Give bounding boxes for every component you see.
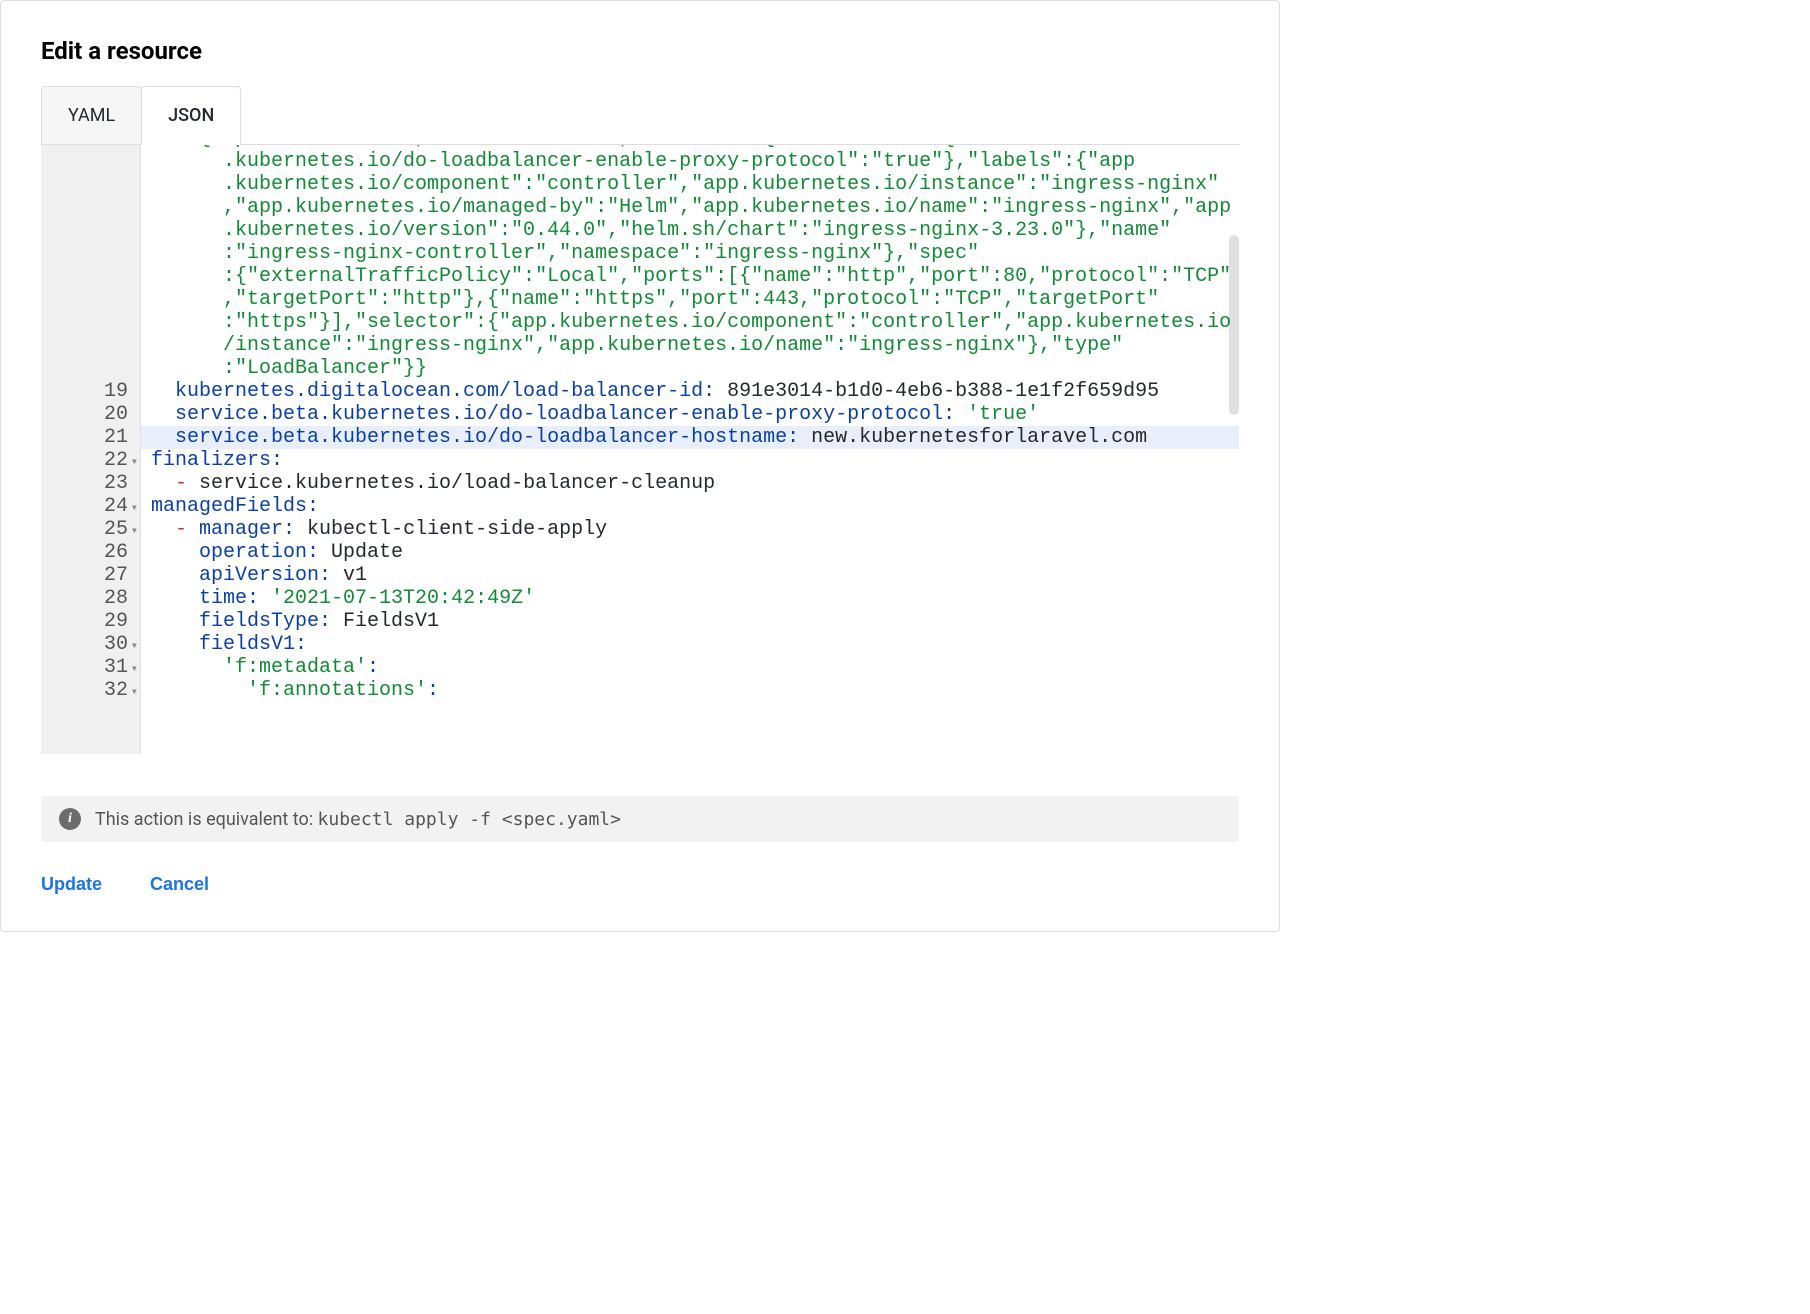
code-line[interactable]: :{"externalTrafficPolicy":"Local","ports…: [151, 265, 1239, 288]
code-line[interactable]: :"LoadBalancer"}}: [151, 357, 1239, 380]
code-line[interactable]: .kubernetes.io/version":"0.44.0","helm.s…: [151, 219, 1239, 242]
fold-toggle-icon[interactable]: ▾: [131, 451, 138, 474]
line-number: 19: [57, 380, 128, 403]
line-number: [57, 334, 128, 357]
line-number: 25▾: [57, 518, 128, 541]
fold-toggle-icon[interactable]: ▾: [131, 497, 138, 520]
line-number: 29: [57, 610, 128, 633]
info-banner: i This action is equivalent to: kubectl …: [41, 796, 1239, 842]
line-number: 24▾: [57, 495, 128, 518]
info-icon: i: [59, 808, 81, 830]
code-line[interactable]: operation: Update: [151, 541, 1239, 564]
dialog-actions: Update Cancel: [1, 842, 1279, 931]
line-number: 28: [57, 587, 128, 610]
line-number: 20: [57, 403, 128, 426]
code-line[interactable]: - manager: kubectl-client-side-apply: [151, 518, 1239, 541]
line-number: [57, 150, 128, 173]
fold-toggle-icon[interactable]: ▾: [131, 520, 138, 543]
line-number: [57, 196, 128, 219]
code-line[interactable]: - service.kubernetes.io/load-balancer-cl…: [151, 472, 1239, 495]
code-line[interactable]: service.beta.kubernetes.io/do-loadbalanc…: [151, 403, 1239, 426]
line-number: [57, 265, 128, 288]
code-editor[interactable]: 1819202122▾2324▾25▾2627282930▾31▾32▾ {"a…: [41, 144, 1239, 772]
line-number: [57, 242, 128, 265]
code-line[interactable]: 'f:metadata':: [151, 656, 1239, 679]
line-number: 21: [57, 426, 128, 449]
code-line[interactable]: fieldsV1:: [151, 633, 1239, 656]
code-line[interactable]: .kubernetes.io/component":"controller","…: [151, 173, 1239, 196]
edit-resource-dialog: Edit a resource YAML JSON 1819202122▾232…: [0, 0, 1280, 932]
code-line[interactable]: ,"app.kubernetes.io/managed-by":"Helm","…: [151, 196, 1239, 219]
code-line[interactable]: 'f:annotations':: [151, 679, 1239, 702]
code-line[interactable]: managedFields:: [151, 495, 1239, 518]
code-line[interactable]: :"ingress-nginx-controller","namespace":…: [151, 242, 1239, 265]
code-line[interactable]: ,"targetPort":"http"},{"name":"https","p…: [151, 288, 1239, 311]
code-line[interactable]: finalizers:: [151, 449, 1239, 472]
fold-toggle-icon[interactable]: ▾: [131, 681, 138, 704]
code-line[interactable]: .kubernetes.io/do-loadbalancer-enable-pr…: [151, 150, 1239, 173]
dialog-title: Edit a resource: [1, 1, 1279, 85]
code-line[interactable]: service.beta.kubernetes.io/do-loadbalanc…: [141, 426, 1239, 449]
code-line[interactable]: fieldsType: FieldsV1: [151, 610, 1239, 633]
tab-json[interactable]: JSON: [141, 86, 241, 145]
code-line[interactable]: :"https"}],"selector":{"app.kubernetes.i…: [151, 311, 1239, 334]
line-number: [57, 219, 128, 242]
info-text: This action is equivalent to: kubectl ap…: [95, 809, 621, 830]
line-number: [57, 288, 128, 311]
update-button[interactable]: Update: [41, 874, 102, 895]
code-line[interactable]: /instance":"ingress-nginx","app.kubernet…: [151, 334, 1239, 357]
tab-yaml[interactable]: YAML: [41, 86, 142, 145]
info-command: kubectl apply -f <spec.yaml>: [318, 809, 621, 830]
code-line[interactable]: time: '2021-07-13T20:42:49Z': [151, 587, 1239, 610]
line-number: 22▾: [57, 449, 128, 472]
tab-row: YAML JSON: [1, 85, 1279, 144]
fold-toggle-icon[interactable]: ▾: [131, 635, 138, 658]
line-number: [57, 357, 128, 380]
line-number-gutter: 1819202122▾2324▾25▾2627282930▾31▾32▾: [41, 144, 141, 754]
code-line[interactable]: apiVersion: v1: [151, 564, 1239, 587]
cancel-button[interactable]: Cancel: [150, 874, 209, 895]
line-number: 30▾: [57, 633, 128, 656]
line-number: 31▾: [57, 656, 128, 679]
code-content[interactable]: {"apiVersion":"v1","kind":"Service","met…: [141, 144, 1239, 754]
fold-toggle-icon[interactable]: ▾: [131, 658, 138, 681]
code-line[interactable]: kubernetes.digitalocean.com/load-balance…: [151, 380, 1239, 403]
line-number: 32▾: [57, 679, 128, 702]
line-number: 27: [57, 564, 128, 587]
line-number: [57, 173, 128, 196]
line-number: [57, 311, 128, 334]
line-number: 26: [57, 541, 128, 564]
editor-scrollbar[interactable]: [1229, 235, 1239, 415]
line-number: 23: [57, 472, 128, 495]
